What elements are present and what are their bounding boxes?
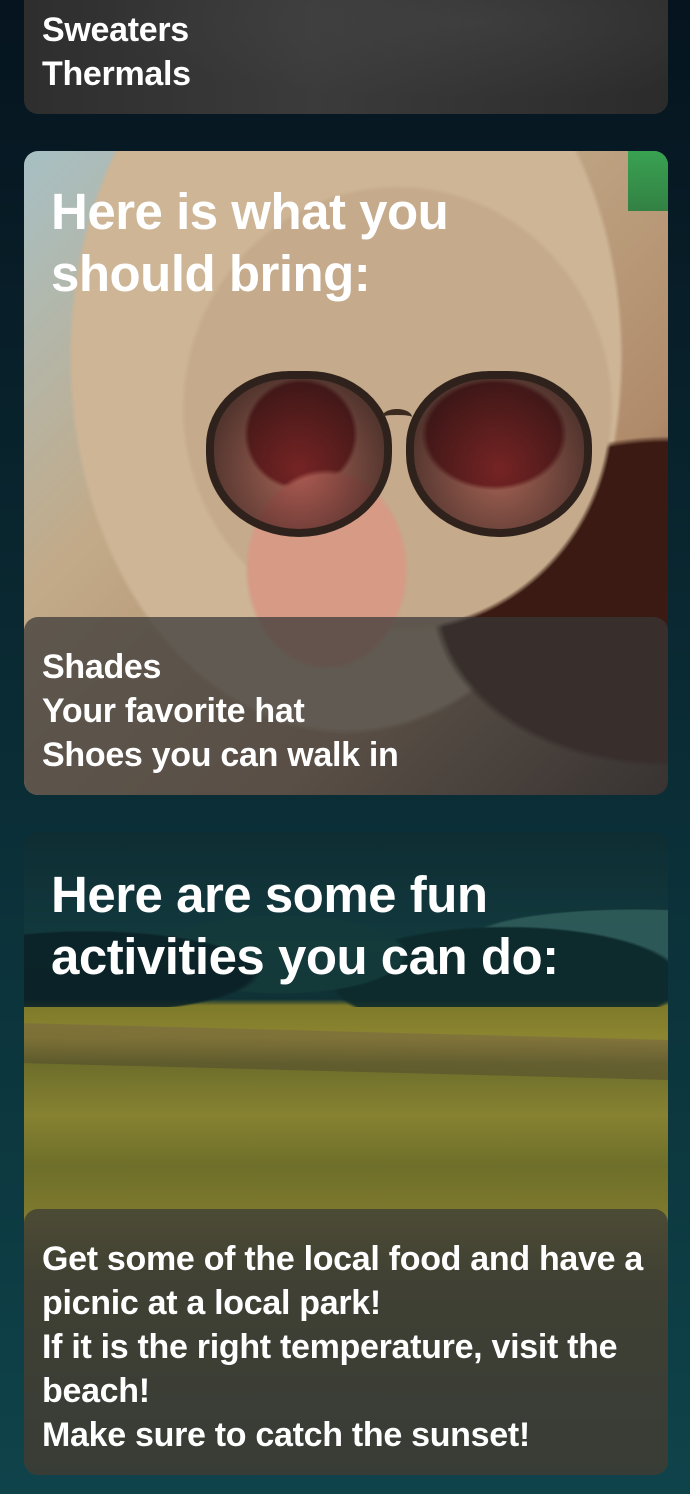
items-overlay: Get some of the local food and have a pi…	[24, 1209, 668, 1475]
list-item: Shades	[42, 648, 162, 686]
list-item: If it is the right temperature, visit th…	[42, 1328, 618, 1410]
list-item: Get some of the local food and have a pi…	[42, 1240, 644, 1322]
activities-list: Get some of the local food and have a pi…	[42, 1237, 650, 1457]
sunglasses-lens-right	[406, 371, 592, 537]
sunglasses-bridge	[382, 409, 412, 425]
activities-card: Here are some fun activities you can do:…	[24, 832, 668, 1475]
list-item: Shoes you can walk in	[42, 736, 399, 774]
card-title: Here are some fun activities you can do:	[51, 866, 559, 985]
list-item: Make sure to catch the sunset!	[42, 1416, 530, 1454]
list-item: Thermals	[42, 55, 191, 93]
bring-list: Shades Your favorite hat Shoes you can w…	[42, 645, 650, 777]
list-item: Sweaters	[42, 11, 189, 49]
sunglasses-lens-left	[206, 371, 392, 537]
list-item: Your favorite hat	[42, 692, 305, 730]
clothing-list: Sweaters Thermals	[42, 8, 191, 96]
items-overlay: Shades Your favorite hat Shoes you can w…	[24, 617, 668, 795]
background-path	[24, 1022, 668, 1082]
what-to-bring-card: Here is what you should bring: Shades Yo…	[24, 151, 668, 795]
card-title: Here is what you should bring:	[51, 183, 449, 302]
clothing-card: Sweaters Thermals	[24, 0, 668, 114]
